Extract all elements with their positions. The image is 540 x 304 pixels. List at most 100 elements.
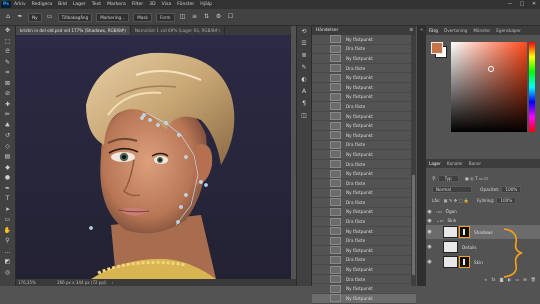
path-alignment-icon[interactable]: ≡ — [191, 13, 199, 21]
menu-filter[interactable]: Filter — [129, 2, 146, 7]
history-item[interactable]: Dra fäste — [312, 44, 416, 55]
visibility-eye-icon[interactable]: ◉ — [426, 259, 433, 265]
blend-dropdown[interactable]: Tillbakagång — [57, 12, 93, 22]
adjustments-icon[interactable]: ◐ — [297, 74, 311, 86]
dodge-tool-icon[interactable]: ● — [0, 173, 15, 184]
history-item[interactable]: Dra fäste — [312, 160, 416, 170]
layer-name[interactable]: Details — [462, 245, 477, 250]
menu-file[interactable]: Arkiv — [11, 2, 29, 7]
gradient-tool-icon[interactable]: ▤ — [0, 152, 15, 163]
history-brush-tool-icon[interactable]: ↺ — [0, 131, 15, 142]
settings-gear-icon[interactable]: ⚙ — [215, 13, 223, 21]
path-operations-icon[interactable]: ◫ — [179, 13, 187, 21]
menu-view[interactable]: Visa — [159, 2, 175, 7]
hue-slider[interactable] — [529, 42, 535, 132]
history-item[interactable]: Ny fästpunkt — [312, 54, 416, 64]
history-item[interactable]: Ny fästpunkt — [312, 73, 416, 83]
tab-layers[interactable]: Lager — [426, 161, 444, 166]
visibility-eye-icon[interactable]: ◉ — [426, 229, 433, 235]
shape-button[interactable]: Form — [155, 12, 175, 22]
menu-3d[interactable]: 3D — [146, 2, 158, 7]
document-size[interactable]: 266 px x 344 px (72 ppi) — [57, 280, 106, 285]
layer-row-group-eyes[interactable]: ◉ › ▭ Ögon — [426, 207, 540, 216]
more-tools-icon[interactable]: … — [0, 247, 15, 258]
color-picker-marker[interactable] — [488, 66, 494, 72]
layer-row-group-skin[interactable]: ◉ ⌄ ▭ Skin — [426, 216, 540, 225]
layer-thumbnail[interactable] — [443, 241, 458, 253]
collapse-arrows-icon[interactable]: « — [417, 26, 426, 35]
properties-panel-icon[interactable]: ☰ — [297, 38, 311, 50]
clone-stamp-tool-icon[interactable]: ♣ — [0, 121, 15, 132]
history-item[interactable]: Dra fäste — [312, 236, 416, 247]
make-selection-button[interactable]: Markering... — [96, 12, 130, 22]
visibility-eye-icon[interactable]: ◉ — [426, 244, 433, 250]
link-layers-icon[interactable]: ∞ — [484, 277, 488, 282]
history-item[interactable]: Ny fästpunkt — [312, 35, 416, 45]
history-panel-title[interactable]: Händelser — [316, 26, 338, 35]
layer-mask-thumbnail[interactable] — [459, 256, 470, 268]
layer-comps-icon[interactable]: ≣ — [297, 50, 311, 62]
healing-brush-tool-icon[interactable]: ✚ — [0, 100, 15, 111]
history-item[interactable]: Dra fäste — [312, 217, 416, 227]
panel-menu-icon[interactable]: ≡ — [409, 26, 413, 35]
history-scrollbar[interactable] — [411, 35, 416, 286]
layer-name[interactable]: Skin — [447, 218, 456, 223]
history-item[interactable]: Dra fäste — [312, 179, 416, 189]
fx-icon[interactable]: fx — [492, 277, 496, 282]
layer-name[interactable]: Skin — [474, 260, 483, 265]
layer-thumbnail[interactable] — [443, 226, 458, 238]
history-item[interactable]: Ny fästpunkt — [312, 207, 416, 218]
close-button[interactable]: ✕ — [528, 0, 540, 9]
history-item[interactable]: Dra fäste — [312, 64, 416, 74]
history-item[interactable]: Ny fästpunkt — [312, 83, 416, 93]
path-select-tool-icon[interactable]: ➤ — [0, 205, 15, 216]
blend-mode-dropdown[interactable]: Normal — [432, 186, 473, 193]
history-panel-icon[interactable]: ⟲ — [297, 26, 311, 38]
eyedropper-tool-icon[interactable]: ⊘ — [0, 89, 15, 100]
menu-help[interactable]: Hjälp — [197, 2, 215, 7]
visibility-eye-icon[interactable]: ◉ — [426, 209, 433, 215]
crop-tool-icon[interactable]: ⌗ — [0, 68, 15, 79]
glyphs-panel-icon[interactable]: ◫ — [297, 110, 311, 122]
pen-tool-icon-selected[interactable]: ✒ — [0, 184, 15, 195]
document-tab-active[interactable]: kristin in del old.psd vid 177% (Shadows… — [16, 26, 131, 35]
history-item[interactable]: Dra fäste — [312, 102, 416, 112]
menu-image[interactable]: Bild — [55, 2, 70, 7]
layer-filter-dropdown[interactable]: Typ — [437, 175, 459, 182]
history-item[interactable]: Dra fäste — [312, 255, 416, 266]
zoom-level[interactable]: 176,35% — [18, 280, 36, 285]
filter-icons[interactable]: ▣ ◎ T ▭ ⊡ — [465, 176, 488, 181]
eraser-tool-icon[interactable]: ◇ — [0, 142, 15, 153]
auto-add-delete-checkbox[interactable]: ☐ — [227, 13, 235, 21]
tab-paths[interactable]: Banor — [466, 161, 484, 166]
history-item[interactable]: Ny fästpunkt — [312, 92, 416, 103]
opacity-field[interactable]: 100% — [501, 186, 522, 193]
foreground-color-swatch[interactable] — [431, 42, 443, 54]
scrollbar-thumb[interactable] — [412, 175, 415, 275]
menu-type[interactable]: Text — [89, 2, 104, 7]
hand-tool-icon[interactable]: ✋ — [0, 226, 15, 237]
paragraph-panel-icon[interactable]: ¶ — [297, 98, 311, 110]
move-tool-icon[interactable]: ✥ — [0, 26, 15, 37]
menu-window[interactable]: Fönster — [174, 2, 197, 7]
mask-button[interactable]: Mask — [133, 12, 152, 22]
brush-settings-icon[interactable]: ✎ — [297, 62, 311, 74]
blur-tool-icon[interactable]: ◆ — [0, 163, 15, 174]
pen-tool-icon[interactable]: ✒ — [16, 13, 24, 21]
tab-gradients[interactable]: Övertoning — [441, 28, 470, 33]
history-item[interactable]: Ny fästpunkt — [312, 131, 416, 141]
fill-field[interactable]: 100% — [496, 197, 517, 204]
lasso-tool-icon[interactable]: ᘓ — [0, 47, 15, 58]
history-item[interactable]: Ny fästpunkt — [312, 169, 416, 179]
delete-layer-icon[interactable]: 🗑 — [531, 277, 536, 283]
minimize-button[interactable]: — — [504, 0, 516, 9]
brush-tool-icon[interactable]: ✏ — [0, 110, 15, 121]
frame-tool-icon[interactable]: ⊠ — [0, 79, 15, 90]
new-path-dropdown[interactable]: Ny — [28, 12, 42, 22]
history-item[interactable]: Ny fästpunkt — [312, 121, 416, 131]
panel-collapse-strip[interactable]: « — [417, 26, 426, 286]
layer-name[interactable]: Ögon — [446, 209, 457, 214]
menu-select[interactable]: Markera — [104, 2, 129, 7]
history-item[interactable]: Ny fästpunkt — [312, 246, 416, 256]
lock-icons[interactable]: ▦ ✎ ✥ ⬚ 🔒 — [444, 198, 469, 204]
